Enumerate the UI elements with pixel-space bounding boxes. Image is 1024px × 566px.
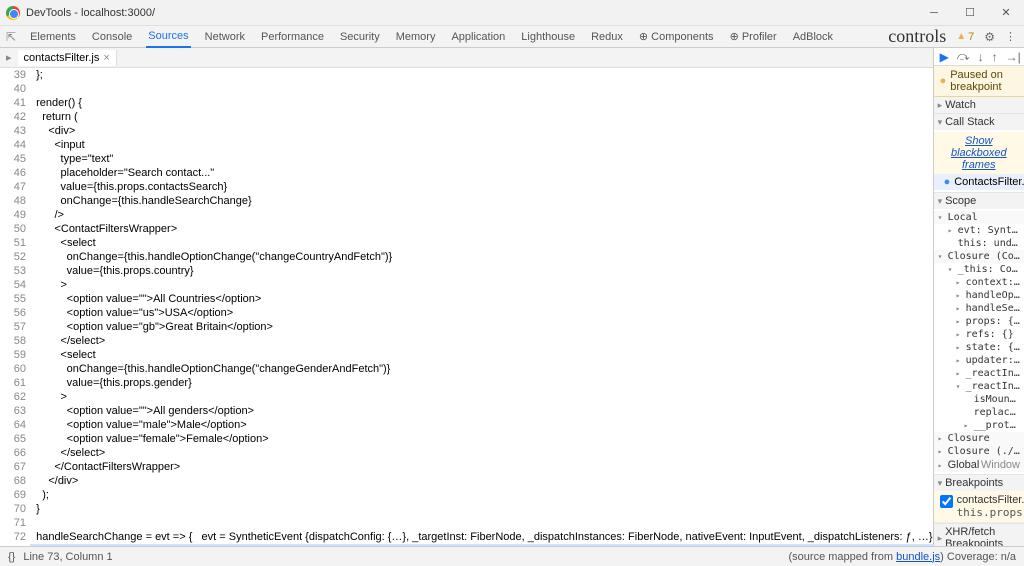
minimize-button[interactable]: ─ (916, 0, 952, 26)
scope-ism[interactable]: isMounted: (...) (934, 393, 1024, 406)
scope-global[interactable]: Global Window (934, 458, 1024, 472)
settings-icon[interactable]: ⚙ (984, 30, 995, 44)
frame-name: ContactsFilter._this.handleSearchChange (954, 176, 1024, 188)
scope-closure1[interactable]: Closure (ContactsFilter) (934, 250, 1024, 263)
debugger-toolbar: ▶ ⤼ ↓ ↑ →| ⦿ ⏸ (934, 48, 1024, 66)
tab-elements[interactable]: Elements (28, 26, 78, 48)
callstack-section[interactable]: Call Stack (934, 114, 1024, 130)
controls-title: controls (888, 26, 946, 47)
line-gutter[interactable]: 3940414243444546474849505152535455565758… (0, 68, 30, 546)
tab-sources[interactable]: Sources (146, 26, 190, 48)
more-icon[interactable]: ⋮ (1005, 30, 1016, 43)
tab-application[interactable]: Application (449, 26, 507, 48)
scope-closure3[interactable]: Closure (./src/components/contactsList/c… (934, 445, 1024, 458)
scope-refs[interactable]: refs: {} (934, 328, 1024, 341)
breakpoint-item[interactable]: contactsFilter.js:73 this.props.searchCo… (934, 491, 1024, 523)
blackboxed-link[interactable]: Show blackboxed frames (934, 132, 1024, 174)
code-area[interactable]: }; render() { return ( <div> <input type… (30, 68, 933, 546)
watch-section[interactable]: Watch (934, 97, 1024, 113)
step-over-icon[interactable]: ⤼ (957, 49, 970, 64)
xhr-section[interactable]: XHR/fetch Breakpoints (934, 524, 1024, 546)
element-selector-icon[interactable]: ⇱ (6, 30, 16, 44)
close-button[interactable]: ✕ (988, 0, 1024, 26)
debugger-sidebar: ▶ ⤼ ↓ ↑ →| ⦿ ⏸ Paused on breakpoint Watc… (933, 48, 1024, 546)
maximize-button[interactable]: ☐ (952, 0, 988, 26)
scope-hsc[interactable]: handleSearchChange: ƒ (evt) (934, 302, 1024, 315)
window-title: DevTools - localhost:3000/ (26, 7, 155, 19)
tab-redux[interactable]: Redux (589, 26, 625, 48)
step-into-icon[interactable]: ↓ (978, 50, 984, 64)
titlebar[interactable]: DevTools - localhost:3000/ ─ ☐ ✕ (0, 0, 1024, 26)
scope-proto[interactable]: __proto__: Component (934, 419, 1024, 432)
devtools-tabs: ⇱ Elements Console Sources Network Perfo… (0, 26, 1024, 48)
scope-state[interactable]: state: {old: 30} (934, 341, 1024, 354)
window-buttons: ─ ☐ ✕ (916, 0, 1024, 26)
scope-props[interactable]: props: {contactsSearch: "", country: "",… (934, 315, 1024, 328)
file-tab-label: contactsFilter.js (24, 52, 100, 64)
tab-memory[interactable]: Memory (394, 26, 438, 48)
status-right: (source mapped from bundle.js) Coverage:… (789, 551, 1016, 563)
tab-performance[interactable]: Performance (259, 26, 326, 48)
breakpoint-file: contactsFilter.js:73 (957, 494, 1024, 506)
tab-lighthouse[interactable]: Lighthouse (519, 26, 577, 48)
paused-banner: Paused on breakpoint (934, 66, 1024, 97)
code-editor[interactable]: 3940414243444546474849505152535455565758… (0, 68, 933, 546)
breakpoints-section[interactable]: Breakpoints (934, 475, 1024, 491)
bracket-icon[interactable]: {} (8, 551, 15, 563)
tab-profiler[interactable]: ⊕ Profiler (728, 26, 779, 48)
breakpoint-code: this.props.searchContacts(evt.currentTar… (957, 506, 1024, 519)
tab-adblock[interactable]: AdBlock (791, 26, 835, 48)
status-bar: {} Line 73, Column 1 (source mapped from… (0, 546, 1024, 566)
scope-hoc[interactable]: handleOptionChange: ƒ (option) (934, 289, 1024, 302)
tab-components[interactable]: ⊕ Components (637, 26, 716, 48)
warnings-badge[interactable]: 7 (956, 31, 974, 43)
breakpoint-checkbox[interactable] (940, 495, 953, 508)
call-frame[interactable]: ContactsFilter._this.handleSearchChange … (934, 174, 1024, 190)
scope-this[interactable]: this: undefined (934, 237, 1024, 250)
chrome-icon (6, 6, 20, 20)
scope-section[interactable]: Scope (934, 193, 1024, 209)
cursor-position: Line 73, Column 1 (23, 551, 112, 563)
file-tab-bar: ▸ contactsFilter.js × (0, 48, 933, 68)
scope-thiscf[interactable]: _this: ContactsFilter (934, 263, 1024, 276)
scope-rif[interactable]: _reactInternalFiber: FiberNode {tag: 1, … (934, 367, 1024, 380)
scope-local[interactable]: Local (934, 211, 1024, 224)
close-icon[interactable]: × (103, 52, 109, 64)
scope-context[interactable]: context: {} (934, 276, 1024, 289)
step-out-icon[interactable]: ↑ (992, 50, 998, 64)
scope-closure2[interactable]: Closure (934, 432, 1024, 445)
tab-console[interactable]: Console (90, 26, 134, 48)
step-icon[interactable]: →| (1006, 50, 1021, 64)
file-tab[interactable]: contactsFilter.js × (18, 50, 117, 66)
scope-rps[interactable]: replaceState: (...) (934, 406, 1024, 419)
scope-rii[interactable]: _reactInternalInstance: {_processChildCo… (934, 380, 1024, 393)
main-area: ▸ contactsFilter.js × 394041424344454647… (0, 48, 1024, 546)
resume-icon[interactable]: ▶ (940, 50, 949, 64)
scope-updater[interactable]: updater: {isMounted: ƒ, enqueueSetState:… (934, 354, 1024, 367)
scope-evt[interactable]: evt: SyntheticEvent {dispatchConfig: {…}… (934, 224, 1024, 237)
tab-security[interactable]: Security (338, 26, 382, 48)
tab-network[interactable]: Network (203, 26, 247, 48)
navigator-icon[interactable]: ▸ (0, 51, 18, 64)
